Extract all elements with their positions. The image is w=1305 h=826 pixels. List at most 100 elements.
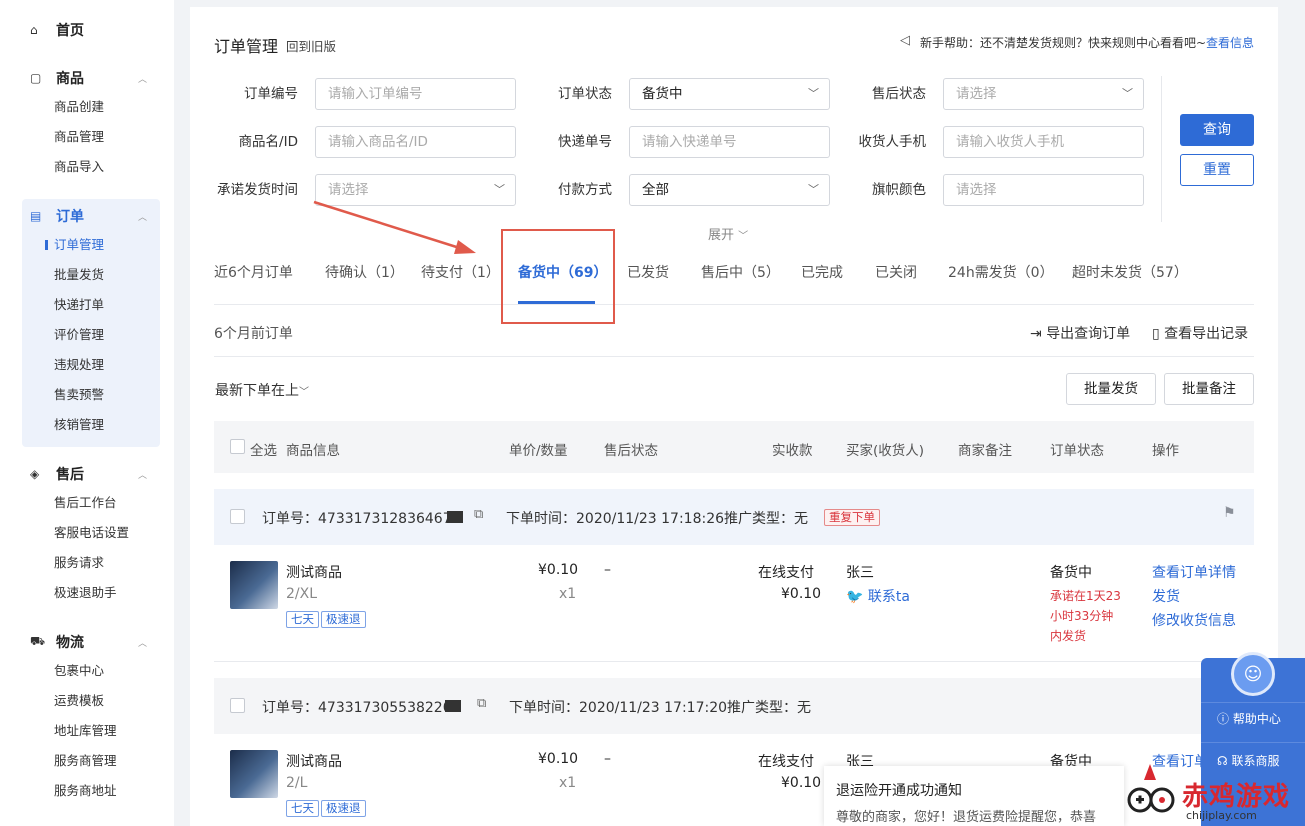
promise-time-label: 承诺发货时间 [217,182,298,198]
ship-link[interactable]: 发货 [1152,586,1180,606]
payment-select[interactable]: 全部 ﹀ [629,174,830,206]
tab-shipped[interactable]: 已发货 [627,262,669,282]
notification-toast[interactable]: 退运险开通成功通知 尊敬的商家，您好！退货运费险提醒您，恭喜 [824,766,1124,826]
filter-divider [1161,76,1162,222]
back-to-old-link[interactable]: 回到旧版 [286,36,336,55]
buyer-name: 张三 [846,565,874,581]
sidebar-item-service-request[interactable]: 服务请求 [54,553,104,573]
tab-recent-6m[interactable]: 近6个月订单 [214,262,293,282]
sidebar-item-order-manage[interactable]: 订单管理 [54,235,104,255]
bag-icon: ▢ [30,71,42,85]
tab-24h-ship[interactable]: 24h需发货（0） [948,262,1054,282]
copy-icon[interactable]: ⧉ [474,507,483,522]
sidebar-group-aftersale[interactable]: ◈ 售后 [30,463,84,485]
sidebar-item-fast-refund[interactable]: 极速退助手 [54,583,117,603]
help-center-button[interactable]: ⓘ 帮助中心 [1217,710,1281,727]
sidebar-item-provider-manage[interactable]: 服务商管理 [54,751,117,771]
export-record-button[interactable]: ▯ 查看导出记录 [1152,323,1248,343]
sidebar-home[interactable]: ⌂ 首页 [30,19,84,41]
chevron-up-icon[interactable]: ︿ [138,72,147,85]
view-order-detail-link[interactable]: 查看订单详情 [1152,562,1236,582]
sidebar-item-sales-alert[interactable]: 售卖预警 [54,385,104,405]
paid-amount: ¥0.10 [781,586,822,602]
contact-buyer-link[interactable]: 🐦 联系ta [846,586,910,606]
row-divider [214,661,1254,662]
tab-completed[interactable]: 已完成 [801,262,843,282]
flag-color-select[interactable]: 请选择 [943,174,1144,206]
promise-line-2: 小时33分钟 [1050,609,1114,623]
sidebar-group-goods[interactable]: ▢ 商品 [30,67,84,89]
sidebar-item-violations[interactable]: 违规处理 [54,355,104,375]
aftersale-status: – [604,562,611,578]
edit-address-link[interactable]: 修改收货信息 [1152,610,1236,630]
product-thumbnail[interactable] [230,750,278,798]
home-icon: ⌂ [30,23,38,37]
chevron-up-icon[interactable]: ︿ [138,468,147,481]
export-button[interactable]: ⇥ 导出查询订单 [1030,323,1130,343]
product-spec: 2/XL [286,586,318,602]
old-orders-link[interactable]: 6个月前订单 [214,323,293,343]
sidebar-item-aftersale-desk[interactable]: 售后工作台 [54,493,117,513]
tab-closed[interactable]: 已关闭 [875,262,917,282]
tag-fast-refund: 极速退 [321,800,366,817]
expand-toggle[interactable]: 展开 ﹀ [708,224,748,243]
help-view-link[interactable]: 查看信息 [1206,34,1254,51]
product-name[interactable]: 测试商品 [286,751,342,771]
product-input[interactable]: 请输入商品名/ID [315,126,516,158]
sidebar-item-verify[interactable]: 核销管理 [54,415,104,435]
flag-icon[interactable]: ⚑ [1223,505,1236,521]
promise-line-3: 内发货 [1050,629,1087,643]
watermark-text: 赤鸡游戏 [1182,782,1291,812]
chevron-down-icon: ﹀ [738,231,749,242]
robot-icon[interactable]: ☺ [1231,652,1275,696]
chevron-up-icon[interactable]: ︿ [138,636,147,649]
sidebar-item-goods-import[interactable]: 商品导入 [54,157,104,177]
sidebar-group-order[interactable]: ▤ 订单 [30,205,84,227]
sidebar-item-parcel-center[interactable]: 包裹中心 [54,661,104,681]
sidebar-item-freight-template[interactable]: 运费模板 [54,691,104,711]
aftersale-status-select[interactable]: 请选择 ﹀ [943,78,1144,110]
truck-icon: ⛟ [30,634,46,648]
sidebar-item-goods-create[interactable]: 商品创建 [54,97,104,117]
batch-ship-button[interactable]: 批量发货 [1066,373,1156,405]
sort-dropdown[interactable]: 最新下单在上﹀ [215,380,309,400]
tab-overdue[interactable]: 超时未发货（57） [1072,262,1188,282]
contact-service-button[interactable]: ☊ 联系商服 [1217,752,1280,769]
redaction-block [445,700,461,712]
order-status-select[interactable]: 备货中 ﹀ [629,78,830,110]
chevron-up-icon[interactable]: ︿ [138,210,147,223]
export-icon: ⇥ [1030,326,1042,342]
quantity: x1 [559,775,577,791]
annotation-arrow [313,200,467,252]
promo-type: 推广类型：无 [724,511,808,527]
sidebar-item-cs-phone[interactable]: 客服电话设置 [54,523,129,543]
chevron-down-icon: ﹀ [808,183,819,196]
sidebar-item-provider-address[interactable]: 服务商地址 [54,781,117,801]
copy-icon[interactable]: ⧉ [477,696,486,711]
sidebar-item-address-lib[interactable]: 地址库管理 [54,721,117,741]
product-name[interactable]: 测试商品 [286,562,342,582]
order-checkbox[interactable] [230,698,245,713]
order-no-input[interactable]: 请输入订单编号 [315,78,516,110]
order-checkbox[interactable] [230,509,245,524]
product-thumbnail[interactable] [230,561,278,609]
sidebar-item-reviews[interactable]: 评价管理 [54,325,104,345]
pay-method: 在线支付 [758,565,814,581]
sidebar-item-express-print[interactable]: 快递打单 [54,295,104,315]
order-status: 备货中 [1050,565,1092,581]
chevron-down-icon: ﹀ [1122,87,1133,100]
receiver-phone-input[interactable]: 请输入收货人手机 [943,126,1144,158]
bird-icon: 🐦 [846,589,864,605]
col-actions: 操作 [1152,443,1179,459]
sidebar-group-logistics[interactable]: ⛟ 物流 [30,631,84,653]
express-no-input[interactable]: 请输入快递单号 [629,126,830,158]
search-button[interactable]: 查询 [1180,114,1254,146]
sidebar-item-goods-manage[interactable]: 商品管理 [54,127,104,147]
sidebar-item-batch-ship[interactable]: 批量发货 [54,265,104,285]
tab-aftersale[interactable]: 售后中（5） [701,262,780,282]
select-all-checkbox[interactable] [230,439,245,454]
reset-button[interactable]: 重置 [1180,154,1254,186]
batch-note-button[interactable]: 批量备注 [1164,373,1254,405]
repeat-order-badge: 重复下单 [824,509,880,526]
order-number: 订单号：4733173128364676 [262,511,461,527]
